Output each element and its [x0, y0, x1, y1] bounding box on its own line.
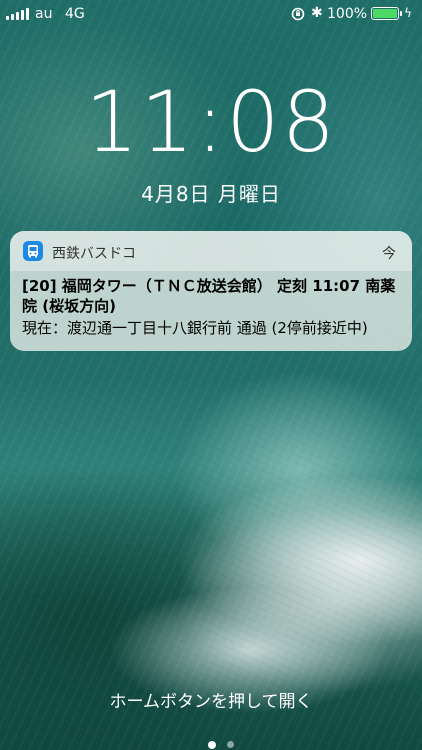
- page-indicator[interactable]: [0, 734, 422, 750]
- orientation-lock-icon: [291, 7, 305, 25]
- notification-time: 今: [382, 246, 396, 262]
- lock-screen-time: 11:08: [84, 73, 338, 171]
- battery-icon: [371, 7, 402, 20]
- bus-icon: [23, 241, 43, 261]
- network-type: 4G: [65, 6, 85, 22]
- battery-percentage: 100%: [327, 6, 368, 22]
- lock-screen-date: 4月8日 月曜日: [141, 182, 281, 206]
- charging-icon: ϟ: [404, 6, 412, 20]
- carrier-name: au: [35, 6, 53, 22]
- camera-page-icon: [188, 741, 196, 749]
- battery-fill: [373, 9, 397, 18]
- page-dot-inactive: [226, 741, 234, 748]
- notification-body: 現在：渡辺通一丁目十八銀行前 通過 (2停前接近中): [22, 319, 368, 337]
- notification-card[interactable]: 西鉄バスドコ 今 [20] 福岡タワー（ＴＮＣ放送会館） 定刻 11:07 南薬…: [10, 231, 412, 351]
- notification-title: [20] 福岡タワー（ＴＮＣ放送会館） 定刻 11:07 南薬院 (桜坂方向): [22, 277, 396, 315]
- lock-screen: au 4G ✱ 100% ϟ 11:08 4月8日 月曜日 西鉄バスドコ 今 […: [0, 0, 422, 750]
- bluetooth-icon: ✱: [311, 5, 323, 21]
- status-bar: au 4G ✱ 100% ϟ: [0, 0, 422, 28]
- notification-app-name: 西鉄バスドコ: [52, 246, 136, 262]
- page-dot-active: [207, 740, 216, 749]
- home-button-hint: ホームボタンを押して開く: [109, 692, 313, 712]
- notification-header: 西鉄バスドコ 今: [10, 231, 412, 271]
